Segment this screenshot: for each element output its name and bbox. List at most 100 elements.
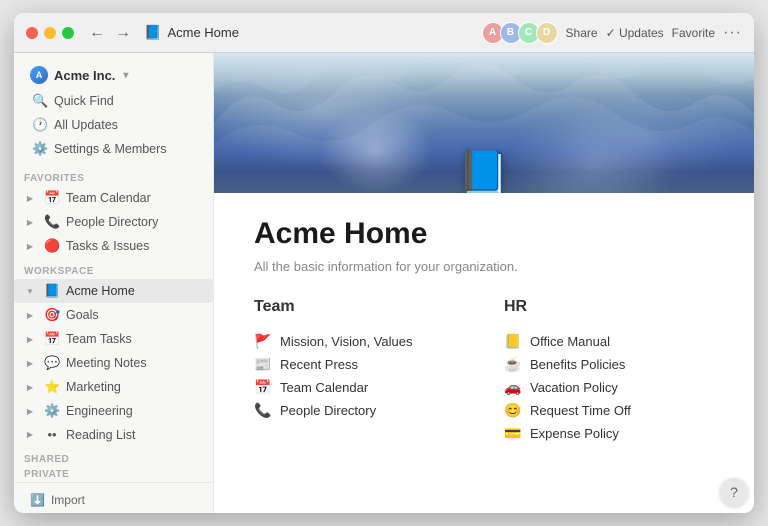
- hr-page-link[interactable]: 🚗 Vacation Policy: [504, 376, 714, 399]
- nav-buttons: ← →: [86, 24, 134, 42]
- chevron-icon: ▶: [22, 335, 38, 344]
- chevron-icon: ▶: [22, 359, 38, 368]
- link-label: Mission, Vision, Values: [280, 334, 412, 349]
- sidebar-item-workspace[interactable]: ▶••Reading List: [14, 423, 213, 446]
- search-icon: 🔍: [32, 93, 48, 109]
- minimize-button[interactable]: [44, 27, 56, 39]
- titlebar-page-title: Acme Home: [167, 25, 239, 40]
- favorite-button[interactable]: Favorite: [672, 26, 715, 40]
- sidebar-item-label: Goals: [66, 308, 99, 322]
- forward-button[interactable]: →: [112, 24, 134, 42]
- link-label: Team Calendar: [280, 380, 368, 395]
- chevron-icon: ▶: [22, 311, 38, 320]
- sidebar-item-favorite[interactable]: ▶📞People Directory: [14, 210, 213, 234]
- team-column: Team 🚩Mission, Vision, Values📰Recent Pre…: [254, 298, 464, 445]
- sidebar-item-label: Acme Home: [66, 284, 135, 298]
- help-button[interactable]: ?: [720, 478, 748, 506]
- link-label: Expense Policy: [530, 426, 619, 441]
- link-icon: 📅: [254, 379, 272, 396]
- link-icon: ☕: [504, 356, 522, 373]
- settings-label: Settings & Members: [54, 142, 167, 156]
- sidebar-bottom-item[interactable]: ⬇️Import: [24, 489, 203, 511]
- favorites-section-label: FAVORITES: [14, 165, 213, 186]
- hr-column: HR 📒Office Manual ☕ Benefits Policies 🚗 Vaca…: [504, 298, 714, 445]
- columns-layout: Team 🚩Mission, Vision, Values📰Recent Pre…: [254, 298, 714, 445]
- sidebar-bottom-item[interactable]: 🗑️Trash: [24, 511, 203, 513]
- share-button[interactable]: Share: [566, 26, 598, 40]
- sidebar-item-label: Team Calendar: [66, 191, 151, 205]
- item-icon: 📅: [44, 331, 60, 347]
- sidebar-item-workspace[interactable]: ▼📘Acme Home: [14, 279, 213, 303]
- item-icon: 📞: [44, 214, 60, 230]
- app-window: ← → 📘 Acme Home A B C D Share ✓ Updates …: [14, 13, 754, 513]
- workspace-list: ▼📘Acme Home▶🎯Goals▶📅Team Tasks▶💬Meeting …: [14, 279, 213, 446]
- titlebar: ← → 📘 Acme Home A B C D Share ✓ Updates …: [14, 13, 754, 53]
- workspace-header[interactable]: A Acme Inc. ▾: [24, 61, 203, 89]
- sidebar-item-favorite[interactable]: ▶📅Team Calendar: [14, 186, 213, 210]
- private-section-label: PRIVATE: [14, 467, 213, 482]
- workspace-chevron-icon: ▾: [123, 70, 128, 81]
- page-body: Acme Home All the basic information for …: [214, 193, 754, 513]
- link-label: Benefits Policies: [530, 357, 625, 372]
- workspace-name: Acme Inc.: [54, 68, 115, 83]
- sidebar-item-quick-find[interactable]: 🔍 Quick Find: [24, 89, 203, 113]
- content-area: 📘 Acme Home All the basic information fo…: [214, 53, 754, 513]
- hr-page-link[interactable]: 💳Expense Policy: [504, 422, 714, 445]
- updates-button[interactable]: ✓ Updates: [606, 26, 664, 40]
- link-icon: 🚗: [504, 379, 522, 396]
- item-icon: 💬: [44, 355, 60, 371]
- more-options-button[interactable]: ···: [723, 24, 742, 42]
- team-page-link[interactable]: 📞People Directory: [254, 399, 464, 422]
- chevron-icon: ▶: [22, 407, 38, 416]
- hr-section-title: HR: [504, 298, 714, 316]
- team-section-title: Team: [254, 298, 464, 316]
- sidebar-item-workspace[interactable]: ▶💬Meeting Notes: [14, 351, 213, 375]
- link-icon: 😊: [504, 402, 522, 419]
- sidebar-item-favorite[interactable]: ▶🔴Tasks & Issues: [14, 234, 213, 258]
- sidebar-bottom: ⬇️Import🗑️Trash ＋ + New Page: [14, 482, 213, 513]
- workspace-section-label: WORKSPACE: [14, 258, 213, 279]
- team-page-link[interactable]: 📅 Team Calendar: [254, 376, 464, 399]
- sidebar-top: A Acme Inc. ▾ 🔍 Quick Find 🕐 All Updates…: [14, 53, 213, 165]
- item-icon: ••: [44, 427, 60, 442]
- team-page-link[interactable]: 🚩Mission, Vision, Values: [254, 330, 464, 353]
- traffic-lights: [26, 27, 74, 39]
- item-icon: 📘: [44, 283, 60, 299]
- hr-page-link[interactable]: 😊Request Time Off: [504, 399, 714, 422]
- item-label: Import: [51, 493, 85, 507]
- sidebar-item-workspace[interactable]: ▶ 📅 Team Tasks: [14, 327, 213, 351]
- back-button[interactable]: ←: [86, 24, 108, 42]
- hero-image: 📘: [214, 53, 754, 193]
- chevron-icon: ▶: [22, 383, 38, 392]
- quick-find-label: Quick Find: [54, 94, 114, 108]
- sidebar-item-workspace[interactable]: ▶⚙️Engineering: [14, 399, 213, 423]
- sidebar-item-label: Team Tasks: [66, 332, 132, 346]
- chevron-right-icon: ▶: [22, 194, 38, 203]
- item-icon: ⭐: [44, 379, 60, 395]
- team-page-link[interactable]: 📰Recent Press: [254, 353, 464, 376]
- shared-section-label: SHARED: [14, 446, 213, 467]
- link-label: Recent Press: [280, 357, 358, 372]
- sidebar-item-all-updates[interactable]: 🕐 All Updates: [24, 113, 203, 137]
- link-icon: 📞: [254, 402, 272, 419]
- close-button[interactable]: [26, 27, 38, 39]
- page-breadcrumb: 📘 Acme Home: [144, 24, 239, 41]
- all-updates-label: All Updates: [54, 118, 118, 132]
- hr-page-link[interactable]: ☕ Benefits Policies: [504, 353, 714, 376]
- sidebar-item-label: People Directory: [66, 215, 158, 229]
- favorites-list: ▶📅Team Calendar▶ 📞 People Directory ▶🔴Tasks…: [14, 186, 213, 258]
- page-book-icon: 📘: [458, 149, 510, 193]
- sidebar: A Acme Inc. ▾ 🔍 Quick Find 🕐 All Updates…: [14, 53, 214, 513]
- main-layout: A Acme Inc. ▾ 🔍 Quick Find 🕐 All Updates…: [14, 53, 754, 513]
- sidebar-item-label: Tasks & Issues: [66, 239, 149, 253]
- link-label: Vacation Policy: [530, 380, 618, 395]
- sidebar-item-label: Engineering: [66, 404, 133, 418]
- sidebar-item-workspace[interactable]: ▶⭐Marketing: [14, 375, 213, 399]
- hr-links-list: 📒Office Manual ☕ Benefits Policies 🚗 Vacatio…: [504, 330, 714, 445]
- hr-page-link[interactable]: 📒Office Manual: [504, 330, 714, 353]
- chevron-icon: ▶: [22, 430, 38, 439]
- link-label: Office Manual: [530, 334, 610, 349]
- maximize-button[interactable]: [62, 27, 74, 39]
- sidebar-item-settings[interactable]: ⚙️ Settings & Members: [24, 137, 203, 161]
- sidebar-item-workspace[interactable]: ▶🎯Goals: [14, 303, 213, 327]
